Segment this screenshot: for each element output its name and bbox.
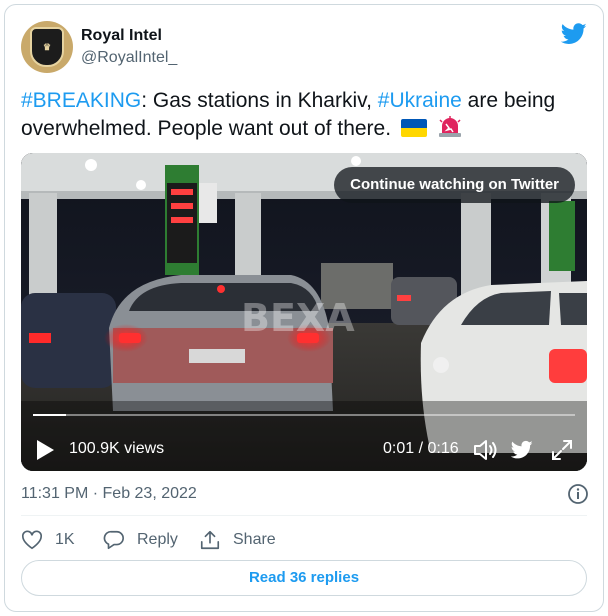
twitter-icon[interactable]: [511, 440, 533, 460]
tweet-text: #BREAKING: Gas stations in Kharkiv, #Ukr…: [21, 87, 591, 143]
share-label: Share: [233, 531, 276, 548]
avatar-crest: ♛: [30, 27, 64, 67]
share-icon: [200, 530, 220, 550]
twitter-bird-icon[interactable]: [561, 23, 587, 45]
info-icon[interactable]: [567, 483, 589, 505]
divider: [21, 515, 587, 516]
author-name[interactable]: Royal Intel: [81, 27, 162, 45]
play-icon[interactable]: [35, 439, 55, 461]
video-progress-bar[interactable]: [33, 414, 575, 416]
rotating-light-icon: [438, 116, 461, 137]
heart-icon: [22, 530, 42, 550]
video-time: 0:01 / 0:16: [383, 440, 459, 457]
tweet-text-part1: : Gas stations in Kharkiv,: [141, 89, 378, 112]
tweet-card: ♛ Royal Intel @RoyalIntel_ #BREAKING: Ga…: [4, 4, 604, 612]
like-count: 1K: [55, 531, 75, 548]
read-replies-button[interactable]: Read 36 replies: [21, 560, 587, 596]
like-button[interactable]: 1K: [21, 528, 75, 552]
video-progress-fill: [33, 414, 66, 416]
hashtag-ukraine[interactable]: #Ukraine: [378, 89, 462, 112]
continue-watching-button[interactable]: Continue watching on Twitter: [334, 167, 575, 203]
tweet-timestamp[interactable]: 11:31 PM · Feb 23, 2022: [21, 485, 197, 503]
ukraine-flag-icon: [400, 119, 427, 137]
reply-button[interactable]: Reply: [103, 528, 178, 552]
author-handle[interactable]: @RoyalIntel_: [81, 49, 177, 67]
fullscreen-icon[interactable]: [551, 439, 573, 461]
video-watermark: BEXA: [241, 296, 355, 340]
avatar[interactable]: ♛: [21, 21, 73, 73]
video-player[interactable]: BEXA Continue watching on Twitter 100.9K…: [21, 153, 587, 471]
reply-label: Reply: [137, 531, 178, 548]
volume-icon[interactable]: [473, 439, 497, 461]
share-button[interactable]: Share: [199, 528, 276, 552]
hashtag-breaking[interactable]: #BREAKING: [21, 89, 141, 112]
view-count: 100.9K views: [69, 440, 165, 457]
reply-icon: [103, 530, 124, 550]
